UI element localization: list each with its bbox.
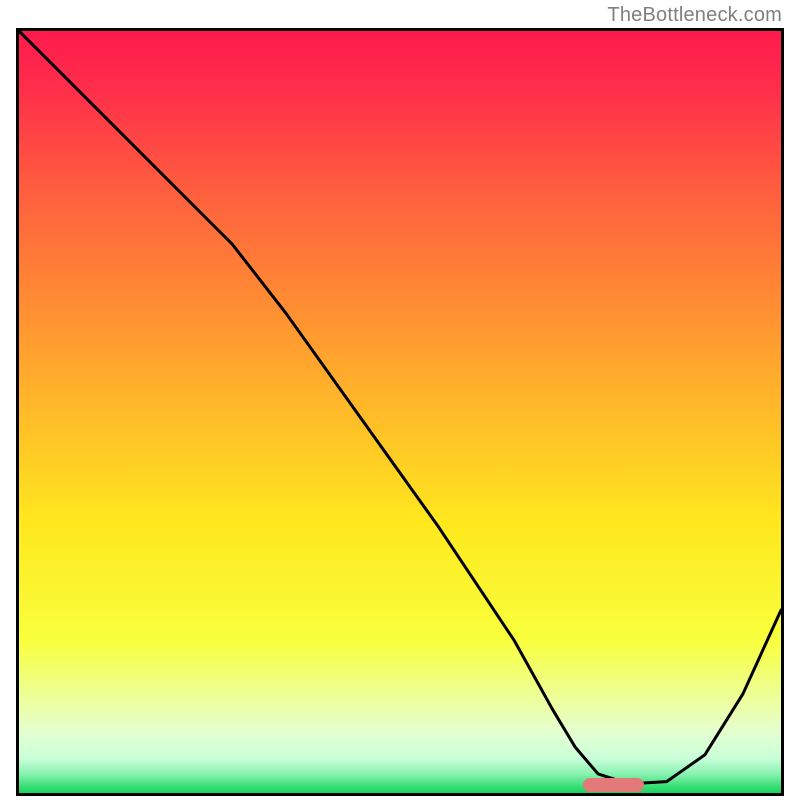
bottleneck-chart: [19, 31, 781, 793]
minimum-marker: [583, 778, 644, 792]
chart-frame: [16, 28, 784, 796]
watermark-text: TheBottleneck.com: [607, 4, 782, 27]
